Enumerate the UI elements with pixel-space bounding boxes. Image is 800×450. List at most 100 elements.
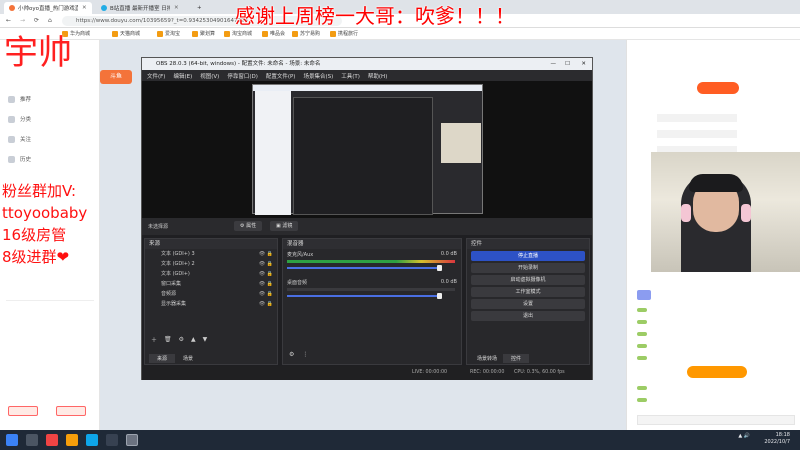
browser-tab[interactable]: 小帅oyo直播_热门游戏直播_斗鱼 ✕ — [4, 2, 92, 14]
slider-handle[interactable] — [437, 265, 442, 271]
eye-lock-icon[interactable]: 👁 🔒 — [259, 299, 273, 309]
tab-label: 小帅oyo直播_热门游戏直播_斗鱼 — [18, 6, 78, 12]
sidebar-item[interactable]: 推荐 — [8, 95, 31, 103]
chevron-down-icon[interactable]: ▼ — [203, 336, 208, 343]
volume-slider[interactable] — [287, 265, 442, 271]
filters-button[interactable]: ▣ 滤镜 — [270, 221, 299, 231]
menu-docks[interactable]: 停靠窗口(D) — [227, 72, 258, 80]
tray-icons[interactable]: ▲ 🔊 — [738, 433, 750, 439]
steam-icon[interactable] — [106, 434, 118, 446]
tab-scenes[interactable]: 场景 — [175, 354, 201, 363]
source-item[interactable]: 文本 (GDI+) 3 👁 🔒 — [145, 249, 277, 259]
virtual-camera-button[interactable]: 启动虚拟摄像机 — [471, 275, 585, 285]
sidebar-button[interactable] — [56, 406, 86, 416]
trash-icon[interactable]: 🗑 — [164, 336, 172, 343]
gear-icon[interactable]: ⚙ — [289, 351, 294, 358]
obs-icon[interactable] — [126, 434, 138, 446]
close-icon[interactable]: ✕ — [581, 58, 586, 70]
volume-slider[interactable] — [287, 293, 442, 299]
reload-icon[interactable]: ⟳ — [34, 17, 39, 24]
level-badge — [637, 308, 647, 312]
mixer-toolbar: ⚙ ⋮ — [289, 351, 308, 358]
source-item[interactable]: 窗口采集 👁 🔒 — [145, 279, 277, 289]
bookmark-icon — [224, 30, 230, 37]
back-icon[interactable]: ← — [6, 17, 11, 24]
pc-client-button[interactable] — [697, 82, 739, 94]
menu-help[interactable]: 帮助(H) — [368, 72, 387, 80]
eye-lock-icon[interactable]: 👁 🔒 — [259, 279, 273, 289]
douyu-logo: 斗鱼 — [100, 70, 132, 84]
menu-profile[interactable]: 配置文件(P) — [266, 72, 296, 80]
menu-view[interactable]: 视图(V) — [200, 72, 219, 80]
user-avatar — [637, 290, 651, 300]
menu-scene-collection[interactable]: 场景集合(S) — [303, 72, 333, 80]
new-tab-button[interactable]: + — [192, 2, 207, 14]
bookmark-item[interactable]: 苏宁易购 — [292, 30, 320, 37]
bookmark-icon — [330, 30, 336, 37]
streamer-handle: 宇帅 — [4, 33, 72, 73]
bookmark-item[interactable]: 携程旅行 — [330, 30, 358, 37]
app-icon[interactable] — [46, 434, 58, 446]
fan-line: 16级房管 — [2, 226, 67, 244]
menu-edit[interactable]: 编辑(E) — [173, 72, 192, 80]
exit-button[interactable]: 退出 — [471, 311, 585, 321]
bookmark-item[interactable]: 唯品会 — [262, 30, 285, 37]
fan-line: ttoyoobaby — [2, 204, 88, 222]
minimize-icon[interactable]: — — [551, 58, 557, 70]
more-icon[interactable]: ⋮ — [302, 351, 308, 358]
chevron-up-icon[interactable]: ▲ — [191, 336, 196, 343]
clock-icon — [8, 155, 15, 163]
studio-mode-button[interactable]: 工作室模式 — [471, 287, 585, 297]
chat-message — [637, 386, 650, 390]
bookmark-item[interactable]: 天猫商城 — [112, 30, 140, 37]
hair — [689, 174, 743, 192]
eye-lock-icon[interactable]: 👁 🔒 — [259, 269, 273, 279]
browser-tab[interactable]: B站直播 最新开播室 日排播号_哔 ✕ — [96, 2, 184, 14]
settings-button[interactable]: 设置 — [471, 299, 585, 309]
maximize-icon[interactable]: ☐ — [565, 58, 570, 70]
search-icon[interactable] — [26, 434, 38, 446]
close-icon[interactable]: ✕ — [82, 5, 87, 11]
chat-message — [637, 356, 650, 360]
bookmark-item[interactable]: 聚划算 — [192, 30, 215, 37]
heart-icon — [8, 135, 15, 143]
start-recording-button[interactable]: 开始录制 — [471, 263, 585, 273]
eye-lock-icon[interactable]: 👁 🔒 — [259, 249, 273, 259]
obs-preview[interactable] — [142, 81, 592, 218]
bookmark-item[interactable]: 爱淘宝 — [157, 30, 180, 37]
menu-file[interactable]: 文件(F) — [147, 72, 165, 80]
menu-tools[interactable]: 工具(T) — [341, 72, 360, 80]
close-icon[interactable]: ✕ — [174, 5, 179, 11]
eye-lock-icon[interactable]: 👁 🔒 — [259, 289, 273, 299]
stop-streaming-button[interactable]: 停止直播 — [471, 251, 585, 261]
source-item[interactable]: 音频源 👁 🔒 — [145, 289, 277, 299]
tab-sources[interactable]: 来源 — [149, 354, 176, 363]
gear-icon[interactable]: ⚙ — [179, 336, 184, 343]
top-caption: 感谢上周榜一大哥：吹爹！！！ — [235, 4, 515, 28]
edge-icon[interactable] — [86, 434, 98, 446]
eye-lock-icon[interactable]: 👁 🔒 — [259, 259, 273, 269]
forward-icon[interactable]: → — [20, 17, 25, 24]
home-icon[interactable]: ⌂ — [48, 17, 52, 24]
slider-handle[interactable] — [437, 293, 442, 299]
rank-row — [657, 114, 737, 122]
fan-line: 粉丝群加V: — [2, 182, 77, 200]
sidebar-item[interactable]: 分类 — [8, 115, 31, 123]
properties-button[interactable]: ⚙ 属性 — [234, 221, 263, 231]
add-icon[interactable]: ＋ — [151, 335, 157, 344]
source-item[interactable]: 显示器采集 👁 🔒 — [145, 299, 277, 309]
start-icon[interactable] — [6, 434, 18, 446]
sidebar-item[interactable]: 历史 — [8, 155, 31, 163]
tab-controls[interactable]: 控件 — [503, 354, 530, 363]
chat-input[interactable] — [637, 415, 795, 425]
sidebar-button[interactable] — [8, 406, 38, 416]
sidebar-item[interactable]: 关注 — [8, 135, 31, 143]
tab-transitions[interactable]: 场景转场 — [471, 354, 503, 363]
source-item[interactable]: 文本 (GDI+) 👁 🔒 — [145, 269, 277, 279]
source-item[interactable]: 文本 (GDI+) 2 👁 🔒 — [145, 259, 277, 269]
bookmark-icon — [157, 30, 163, 37]
app-icon[interactable] — [66, 434, 78, 446]
level-badge — [637, 344, 647, 348]
obs-window: OBS 28.0.3 (64-bit, windows) - 配置文件: 未命名… — [141, 57, 593, 380]
bookmark-item[interactable]: 淘宝商城 — [224, 30, 252, 37]
